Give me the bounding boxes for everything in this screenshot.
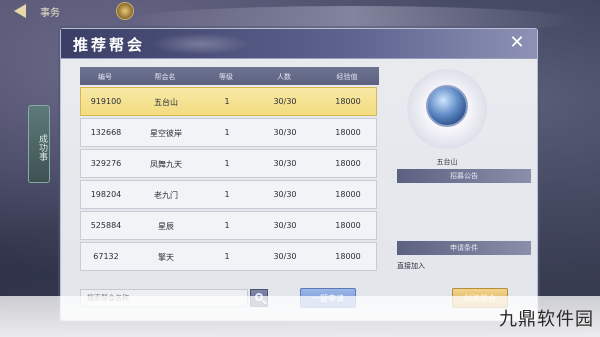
announcement-content bbox=[397, 189, 531, 237]
guild-exp-cell: 18000 bbox=[335, 97, 361, 106]
table-row[interactable]: 525884 星辰 1 30/30 18000 bbox=[80, 211, 377, 240]
guild-id-cell: 525884 bbox=[90, 221, 122, 230]
guild-emblem-icon bbox=[426, 85, 468, 127]
guild-id-cell: 67132 bbox=[93, 252, 119, 261]
side-scroll-banner[interactable]: 成功事 bbox=[28, 105, 50, 183]
guild-id-cell: 919100 bbox=[90, 97, 122, 106]
header-level: 等级 bbox=[219, 73, 233, 81]
close-icon[interactable]: ✕ bbox=[507, 33, 527, 53]
guild-members-cell: 30/30 bbox=[273, 97, 297, 106]
table-row[interactable]: 919100 五台山 1 30/30 18000 bbox=[80, 87, 377, 116]
guild-members-cell: 30/30 bbox=[273, 128, 297, 137]
watermark-text: 九鼎软件园 bbox=[499, 309, 594, 330]
conditions-header: 申请条件 bbox=[397, 241, 531, 255]
header-members: 人数 bbox=[277, 73, 291, 81]
conditions-text: 直接加入 bbox=[397, 262, 425, 270]
table-row[interactable]: 329276 凤舞九天 1 30/30 18000 bbox=[80, 149, 377, 178]
guild-name-cell: 老九门 bbox=[154, 191, 178, 200]
guild-id-cell: 329276 bbox=[90, 159, 122, 168]
table-header: 编号 帮会名 等级 人数 经验值 bbox=[80, 67, 379, 85]
guild-exp-cell: 18000 bbox=[335, 128, 361, 137]
guild-members-cell: 30/30 bbox=[273, 252, 297, 261]
header-id: 编号 bbox=[98, 73, 112, 81]
guild-level-cell: 1 bbox=[224, 97, 230, 106]
guild-emblem-frame bbox=[407, 69, 487, 149]
guild-name-cell: 星空彼岸 bbox=[150, 129, 182, 138]
guild-level-cell: 1 bbox=[224, 128, 230, 137]
guild-members-cell: 30/30 bbox=[273, 190, 297, 199]
guild-members-cell: 30/30 bbox=[273, 221, 297, 230]
header-exp: 经验值 bbox=[336, 73, 358, 81]
guild-name-cell: 星辰 bbox=[158, 222, 174, 231]
guild-table: 编号 帮会名 等级 人数 经验值 919100 五台山 1 30/30 18000 132… bbox=[80, 67, 379, 299]
announcement-header: 招募公告 bbox=[397, 169, 531, 183]
selected-guild-name: 五台山 bbox=[436, 158, 458, 166]
recommended-guilds-dialog: 推荐帮会 ✕ 编号 帮会名 等级 人数 经验值 919100 五台山 1 30/30 1… bbox=[60, 28, 538, 321]
guild-exp-cell: 18000 bbox=[335, 221, 361, 230]
guild-id-cell: 198204 bbox=[90, 190, 122, 199]
header-name: 帮会名 bbox=[154, 73, 176, 81]
cloud-decoration bbox=[151, 33, 251, 55]
guild-members-cell: 30/30 bbox=[273, 159, 297, 168]
guild-level-cell: 1 bbox=[224, 252, 230, 261]
guild-id-cell: 132668 bbox=[90, 128, 122, 137]
guild-name-cell: 五台山 bbox=[154, 98, 178, 107]
guild-name-cell: 擎天 bbox=[158, 253, 174, 262]
table-row[interactable]: 132668 星空彼岸 1 30/30 18000 bbox=[80, 118, 377, 147]
activity-icon[interactable] bbox=[116, 2, 134, 20]
guild-exp-cell: 18000 bbox=[335, 252, 361, 261]
guild-level-cell: 1 bbox=[224, 221, 230, 230]
top-bar: 事务 bbox=[0, 0, 600, 34]
guild-level-cell: 1 bbox=[224, 190, 230, 199]
top-title: 事务 bbox=[40, 8, 60, 19]
table-row[interactable]: 198204 老九门 1 30/30 18000 bbox=[80, 180, 377, 209]
guild-exp-cell: 18000 bbox=[335, 190, 361, 199]
table-row[interactable]: 67132 擎天 1 30/30 18000 bbox=[80, 242, 377, 271]
guild-level-cell: 1 bbox=[224, 159, 230, 168]
back-arrow-icon[interactable] bbox=[14, 4, 26, 18]
dialog-header: 推荐帮会 ✕ bbox=[61, 29, 537, 59]
guild-exp-cell: 18000 bbox=[335, 159, 361, 168]
guild-detail-panel: 五台山 招募公告 申请条件 直接加入 bbox=[397, 65, 531, 301]
guild-name-cell: 凤舞九天 bbox=[150, 160, 182, 169]
dialog-title: 推荐帮会 bbox=[73, 36, 146, 54]
